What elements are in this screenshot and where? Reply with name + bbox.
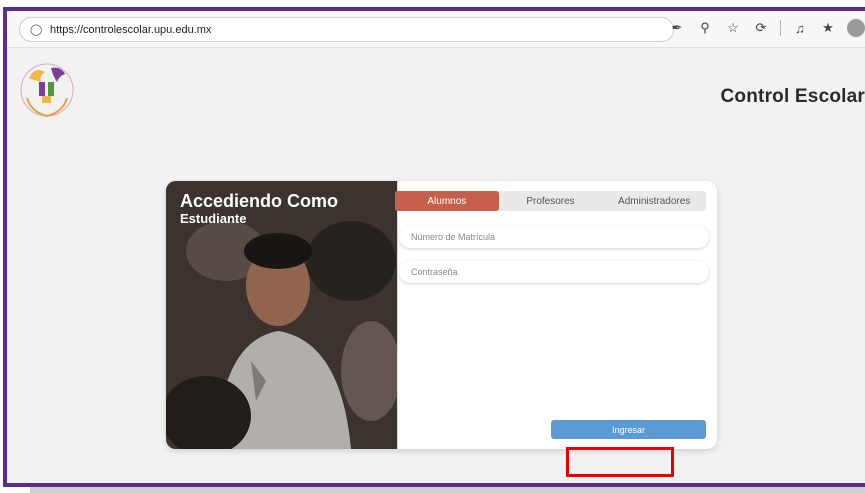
page-title: Control Escolar [720, 86, 865, 107]
zoom-icon[interactable]: ⚲ [696, 20, 714, 36]
browser-tools: ✒ ⚲ ☆ ⟳ ♫ ★ [668, 19, 865, 37]
tab-alumnos[interactable]: Alumnos [395, 191, 499, 211]
matricula-input[interactable]: Número de Matrícula [399, 226, 709, 248]
site-info-icon[interactable]: ◯ [30, 24, 42, 36]
university-logo [20, 63, 74, 118]
role-tabs: Alumnos Profesores Administradores [395, 191, 706, 211]
browser-toolbar: ◯ https://controlescolar.upu.edu.mx ✒ ⚲ … [7, 11, 865, 48]
hero-subtitle: Estudiante [180, 211, 247, 226]
favorite-star-icon[interactable]: ☆ [724, 20, 742, 36]
highlight-box [566, 447, 674, 477]
login-card: Accediendo Como Estudiante Alumnos Profe… [166, 181, 717, 449]
hero-title: Accediendo Como [180, 191, 339, 211]
avatar[interactable] [847, 19, 865, 37]
extensions-icon[interactable]: ⟳ [752, 20, 770, 36]
student-photo: Accediendo Como Estudiante [166, 181, 397, 449]
password-input[interactable]: Contraseña [399, 261, 709, 283]
read-aloud-icon[interactable]: ✒ [668, 20, 686, 36]
submit-button[interactable]: Ingresar [551, 420, 706, 439]
toolbar-separator [780, 20, 781, 36]
tab-profesores[interactable]: Profesores [499, 191, 603, 211]
bottom-bar [30, 487, 865, 493]
profile-sync-icon[interactable]: ♫ [791, 21, 809, 36]
tab-administradores[interactable]: Administradores [602, 191, 706, 211]
favorites-list-icon[interactable]: ★ [819, 20, 837, 36]
browser-window: ◯ https://controlescolar.upu.edu.mx ✒ ⚲ … [3, 7, 865, 487]
address-bar[interactable]: ◯ https://controlescolar.upu.edu.mx [19, 17, 674, 42]
url-text: https://controlescolar.upu.edu.mx [50, 23, 212, 36]
card-divider [397, 181, 398, 449]
